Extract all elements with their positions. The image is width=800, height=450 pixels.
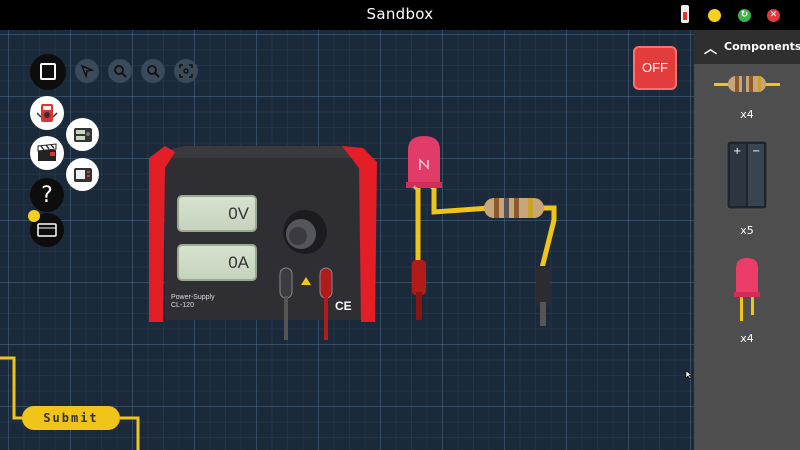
power-supply-button[interactable] [66, 118, 99, 151]
book-button[interactable] [30, 54, 66, 90]
led-item[interactable] [732, 256, 762, 322]
components-header[interactable]: ︿ Components [694, 30, 800, 64]
maximize-button[interactable]: ↻ [738, 9, 751, 22]
clapperboard-icon [37, 143, 57, 161]
help-icon: ? [41, 182, 53, 208]
submit-wires [0, 356, 140, 450]
components-title: Components [724, 40, 800, 53]
zoom-out-button[interactable] [141, 59, 165, 83]
minimize-button[interactable] [708, 9, 721, 22]
fit-view-button[interactable] [174, 59, 198, 83]
window-title: Sandbox [366, 5, 434, 23]
led-count: x4 [740, 332, 754, 345]
black-probe-clip[interactable] [536, 266, 550, 306]
battery-count: x5 [740, 224, 754, 237]
resistor-count: x4 [740, 108, 754, 121]
wire [431, 185, 491, 215]
zoom-in-icon [114, 65, 127, 78]
title-bar: Sandbox ↻ ✕ [0, 0, 800, 30]
psu-label-name: Power-Supply [171, 294, 215, 301]
zoom-out-icon [147, 65, 160, 78]
battery-item[interactable]: + − [726, 140, 768, 210]
psu-label-model: CL-120 [171, 302, 194, 309]
close-button[interactable]: ✕ [767, 9, 780, 22]
power-supply-icon [73, 127, 92, 142]
current-display: 0A [177, 244, 257, 281]
pointer-button[interactable] [75, 59, 99, 83]
resistor-item[interactable] [714, 74, 780, 94]
multimeter-button[interactable] [30, 96, 64, 130]
svg-text:+: + [412, 184, 418, 192]
book-icon [40, 63, 56, 80]
circuit-canvas[interactable]: + – [390, 130, 570, 330]
wire [539, 205, 557, 269]
submit-button[interactable]: Submit [22, 406, 120, 430]
pointer-icon [80, 64, 94, 78]
chevron-up-icon: ︿ [704, 42, 718, 57]
svg-text:+: + [733, 146, 741, 157]
power-toggle-button[interactable]: OFF [633, 46, 677, 90]
fit-view-icon [179, 64, 193, 78]
breadboard-icon [37, 223, 57, 237]
notification-dot [28, 210, 40, 222]
oscilloscope-icon [73, 167, 92, 182]
multimeter-icon [36, 104, 58, 122]
thermometer-icon[interactable] [681, 5, 689, 23]
svg-text:–: – [430, 184, 434, 192]
components-panel: ︿ Components x4 + − x5 x4 [694, 30, 800, 450]
oscilloscope-button[interactable] [66, 158, 99, 191]
psu-top [159, 146, 365, 158]
cursor-icon [685, 370, 693, 380]
zoom-in-button[interactable] [108, 59, 132, 83]
voltage-display: 0V [177, 195, 257, 232]
svg-text:−: − [752, 146, 760, 157]
resistor-component[interactable] [484, 198, 544, 218]
psu-probes[interactable] [270, 262, 340, 344]
clapperboard-button[interactable] [30, 136, 64, 170]
help-button[interactable]: ? [30, 178, 64, 212]
red-probe-clip[interactable] [412, 260, 426, 295]
led-component[interactable]: + – [406, 136, 442, 192]
